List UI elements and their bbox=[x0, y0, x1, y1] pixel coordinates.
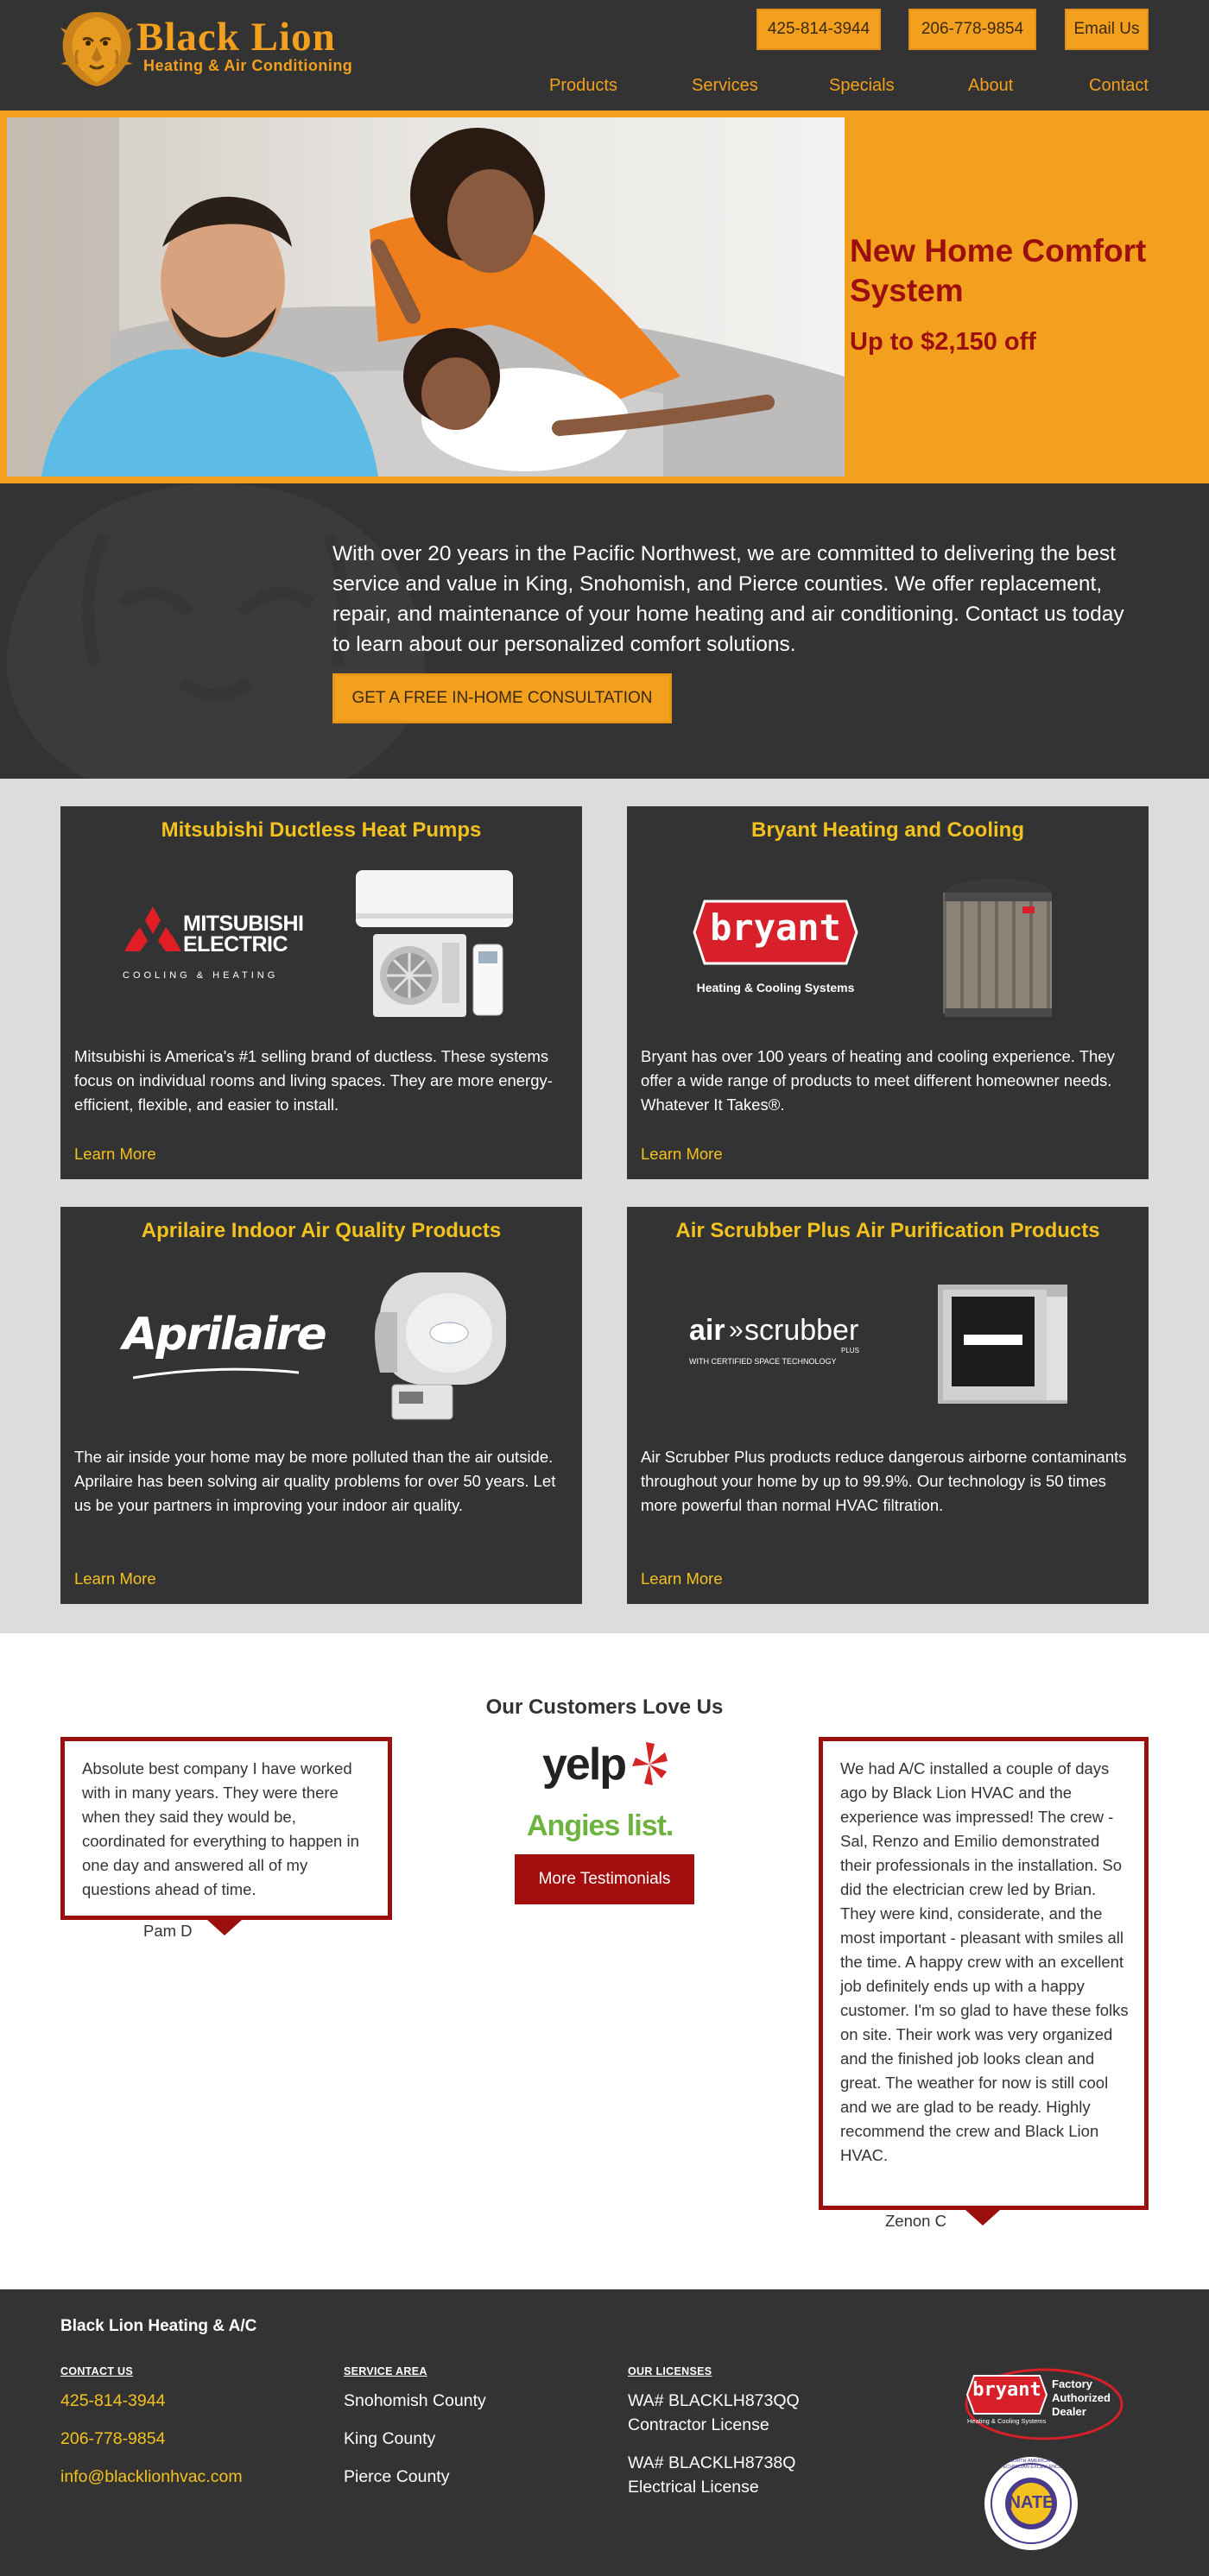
learn-more-link[interactable]: Learn More bbox=[74, 1569, 156, 1588]
learn-more-link[interactable]: Learn More bbox=[641, 1145, 723, 1164]
footer-area-item: Snohomish County bbox=[344, 2391, 486, 2410]
bryant-logo-text: bryant bbox=[710, 906, 841, 949]
footer-license-number: WA# BLACKLH873QQ bbox=[628, 2391, 800, 2410]
products-section: Mitsubishi Ductless Heat Pumps MITSUBISH… bbox=[0, 779, 1209, 1633]
product-card-mitsubishi: Mitsubishi Ductless Heat Pumps MITSUBISH… bbox=[60, 806, 582, 1179]
header-phone-1-button[interactable]: 425-814-3944 bbox=[756, 9, 881, 50]
air-scrubber-logo: air » scrubber PLUS WITH CERTIFIED SPACE… bbox=[689, 1314, 879, 1374]
dealer-badge-shape-icon bbox=[965, 2368, 1124, 2440]
more-testimonials-button[interactable]: More Testimonials bbox=[515, 1854, 694, 1904]
mitsubishi-diamonds-icon bbox=[124, 906, 181, 951]
testimonial-bubble-tail bbox=[207, 1920, 242, 1935]
angies-list-logo[interactable]: Angies list. bbox=[527, 1809, 674, 1843]
bryant-dealer-badge: bryant Heating & Cooling Systems Factory… bbox=[964, 2365, 1124, 2443]
dealer-bryant-text: bryant bbox=[972, 2379, 1041, 2401]
yelp-burst-icon bbox=[632, 1742, 668, 1785]
footer-area-item: Pierce County bbox=[344, 2467, 450, 2486]
footer-service-area-heading: SERVICE AREA bbox=[344, 2365, 427, 2377]
testimonial-bubble-tail bbox=[965, 2210, 1000, 2226]
free-consultation-button[interactable]: GET A FREE IN-HOME CONSULTATION bbox=[332, 673, 672, 723]
dealer-sub-text: Heating & Cooling Systems bbox=[967, 2417, 1047, 2425]
brand-tagline: Heating & Air Conditioning bbox=[143, 57, 353, 74]
bryant-logo: bryant Heating & Cooling Systems bbox=[691, 898, 869, 1001]
nav-services[interactable]: Services bbox=[692, 76, 758, 96]
testimonial-author: Pam D bbox=[143, 1922, 193, 1940]
product-card-title: Bryant Heating and Cooling bbox=[750, 818, 1024, 842]
hero-title: New Home Comfort System bbox=[850, 233, 1147, 308]
intro-section: With over 20 years in the Pacific Northw… bbox=[0, 483, 1209, 779]
mitsubishi-logo-line-3: COOLING & HEATING bbox=[123, 970, 279, 981]
air-scrubber-unit-image bbox=[938, 1285, 1067, 1404]
ductless-unit-image bbox=[356, 870, 513, 1017]
footer-licenses-heading: OUR LICENSES bbox=[628, 2365, 712, 2377]
aprilaire-logo: Aprilaire bbox=[123, 1309, 327, 1361]
footer-license-type: Electrical License bbox=[628, 2478, 759, 2497]
hero-family-photo bbox=[7, 117, 845, 477]
footer-phone-1-link[interactable]: 425-814-3944 bbox=[60, 2391, 165, 2411]
footer-brand: Black Lion Heating & A/C bbox=[60, 2317, 257, 2335]
product-card-description: Air Scrubber Plus products reduce danger… bbox=[641, 1448, 1127, 1514]
brand-logo[interactable]: Black Lion Heating & Air Conditioning bbox=[57, 9, 368, 92]
product-card-aprilaire: Aprilaire Indoor Air Quality Products Ap… bbox=[60, 1207, 582, 1604]
learn-more-link[interactable]: Learn More bbox=[641, 1569, 723, 1588]
bryant-condenser-image bbox=[943, 879, 1052, 1017]
nate-ring-text: NORTH AMERICAN TECHNICIAN EXCELLENCE bbox=[1000, 2459, 1062, 2470]
brand-name: Black Lion bbox=[136, 15, 336, 60]
nav-contact[interactable]: Contact bbox=[1089, 76, 1149, 96]
air-scrubber-chevron-icon: » bbox=[729, 1316, 744, 1344]
footer-phone-2-link[interactable]: 206-778-9854 bbox=[60, 2429, 165, 2449]
product-card-description: Bryant has over 100 years of heating and… bbox=[641, 1047, 1115, 1114]
mitsubishi-logo: MITSUBISHI ELECTRIC COOLING & HEATING bbox=[123, 906, 304, 993]
product-card-title: Air Scrubber Plus Air Purification Produ… bbox=[675, 1219, 1100, 1242]
air-scrubber-logo-sub: WITH CERTIFIED SPACE TECHNOLOGY bbox=[689, 1357, 837, 1366]
footer-area-item: King County bbox=[344, 2429, 436, 2448]
footer-email-link[interactable]: info@blacklionhvac.com bbox=[60, 2467, 243, 2487]
dealer-badge-line-1: Factory bbox=[1052, 2377, 1092, 2390]
nav-about[interactable]: About bbox=[968, 76, 1013, 96]
header-phone-2-button[interactable]: 206-778-9854 bbox=[908, 9, 1036, 50]
hero-photo-illustration bbox=[7, 117, 845, 477]
product-card-bryant: Bryant Heating and Cooling bryant Heatin… bbox=[627, 806, 1149, 1179]
yelp-logo[interactable]: yelp bbox=[542, 1739, 672, 1792]
air-scrubber-logo-scrubber: scrubber bbox=[744, 1314, 859, 1347]
site-footer: Black Lion Heating & A/C CONTACT US 425-… bbox=[0, 2289, 1209, 2576]
testimonial-text: We had A/C installed a couple of days ag… bbox=[840, 1759, 1129, 2164]
intro-paragraph: With over 20 years in the Pacific Northw… bbox=[332, 542, 1124, 656]
footer-license-number: WA# BLACKLH8738Q bbox=[628, 2453, 796, 2472]
email-us-button[interactable]: Email Us bbox=[1065, 9, 1149, 50]
bryant-logo-sub: Heating & Cooling Systems bbox=[696, 981, 855, 994]
mitsubishi-logo-line-2: ELECTRIC bbox=[183, 932, 288, 957]
footer-contact-heading: CONTACT US bbox=[60, 2365, 134, 2377]
testimonials-title: Our Customers Love Us bbox=[485, 1695, 724, 1719]
nav-products[interactable]: Products bbox=[549, 76, 617, 96]
aprilaire-swoosh-icon bbox=[132, 1367, 300, 1380]
testimonial-text: Absolute best company I have worked with… bbox=[82, 1759, 359, 1898]
yelp-logo-text: yelp bbox=[542, 1739, 627, 1790]
testimonial-author: Zenon C bbox=[885, 2212, 946, 2230]
lion-logo-icon bbox=[60, 12, 133, 86]
nate-certification-badge: NATE NORTH AMERICAN TECHNICIAN EXCELLENC… bbox=[983, 2455, 1079, 2552]
product-card-description: Mitsubishi is America's #1 selling brand… bbox=[74, 1047, 553, 1114]
product-card-title: Aprilaire Indoor Air Quality Products bbox=[141, 1219, 502, 1242]
product-card-description: The air inside your home may be more pol… bbox=[74, 1448, 556, 1514]
testimonial-bubble-left: Absolute best company I have worked with… bbox=[60, 1737, 392, 1920]
hero-offer: Up to $2,150 off bbox=[850, 328, 1036, 356]
footer-license-type: Contractor License bbox=[628, 2415, 769, 2434]
nav-specials[interactable]: Specials bbox=[829, 76, 895, 96]
hero-banner[interactable]: New Home Comfort System Up to $2,150 off bbox=[0, 110, 1209, 483]
learn-more-link[interactable]: Learn More bbox=[74, 1145, 156, 1164]
dealer-badge-line-3: Dealer bbox=[1052, 2405, 1086, 2418]
air-scrubber-logo-air: air bbox=[689, 1314, 725, 1347]
site-header: Black Lion Heating & Air Conditioning 42… bbox=[0, 0, 1209, 110]
air-scrubber-logo-plus: PLUS bbox=[841, 1347, 859, 1354]
dealer-badge-line-2: Authorized bbox=[1052, 2391, 1111, 2404]
product-card-title: Mitsubishi Ductless Heat Pumps bbox=[161, 818, 482, 842]
testimonial-bubble-right: We had A/C installed a couple of days ag… bbox=[819, 1737, 1149, 2210]
aprilaire-humidifier-image bbox=[375, 1272, 506, 1420]
nate-label: NATE bbox=[1008, 2493, 1054, 2512]
product-card-air-scrubber: Air Scrubber Plus Air Purification Produ… bbox=[627, 1207, 1149, 1604]
